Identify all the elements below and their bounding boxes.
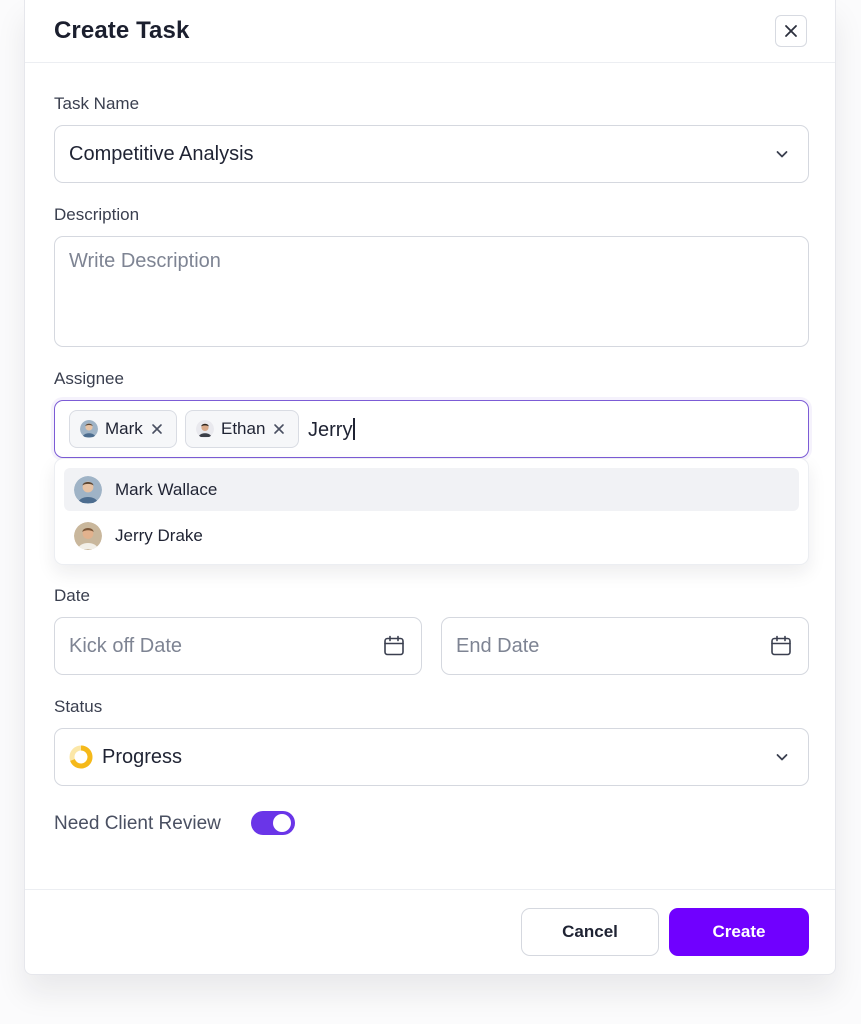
client-review-label: Need Client Review (54, 813, 221, 834)
end-date-placeholder: End Date (456, 635, 540, 657)
close-icon (151, 424, 162, 434)
suggestion-name: Jerry Drake (115, 525, 203, 545)
assignee-typed-text: Jerry (308, 418, 355, 442)
footer-divider (25, 889, 835, 890)
status-label: Status (54, 697, 103, 716)
create-task-dialog: Create Task Task Name Competitive Analys… (24, 0, 836, 975)
task-name-select[interactable]: Competitive Analysis (54, 125, 809, 183)
kick-off-date-placeholder: Kick off Date (69, 635, 183, 657)
description-textarea[interactable]: Write Description (54, 236, 809, 347)
dialog-title: Create Task (54, 17, 190, 44)
task-name-label: Task Name (54, 94, 140, 113)
kick-off-date-input[interactable]: Kick off Date (54, 617, 422, 675)
suggestion-item-mark-wallace[interactable]: Mark Wallace (64, 468, 799, 511)
close-button[interactable] (775, 15, 807, 47)
remove-chip-button[interactable] (151, 423, 163, 435)
toggle-knob (273, 814, 291, 832)
remove-chip-button[interactable] (273, 423, 285, 435)
text-caret (353, 418, 355, 440)
chevron-down-icon (776, 754, 788, 761)
assignee-chip-ethan: Ethan (185, 410, 299, 448)
assignee-suggestions: Mark Wallace Jerry Drake (54, 458, 809, 565)
chevron-down-icon (776, 151, 788, 158)
description-label: Description (54, 205, 140, 224)
avatar (80, 420, 98, 438)
chip-name: Ethan (221, 419, 266, 438)
date-label: Date (54, 586, 90, 605)
close-icon (274, 424, 285, 434)
cancel-button[interactable]: Cancel (521, 908, 659, 956)
assignee-chip-mark: Mark (69, 410, 177, 448)
avatar (196, 420, 214, 438)
calendar-icon (384, 635, 404, 656)
assignee-input[interactable]: Mark Ethan Jerry (54, 400, 809, 458)
task-name-value: Competitive Analysis (69, 143, 254, 165)
suggestion-name: Mark Wallace (115, 479, 218, 499)
description-placeholder: Write Description (69, 250, 221, 272)
close-icon (785, 25, 797, 37)
create-button[interactable]: Create (669, 908, 809, 956)
end-date-input[interactable]: End Date (441, 617, 809, 675)
assignee-label: Assignee (54, 369, 124, 388)
chip-name: Mark (105, 419, 143, 438)
avatar (74, 521, 102, 550)
suggestion-item-jerry-drake[interactable]: Jerry Drake (64, 514, 799, 557)
avatar (74, 475, 102, 504)
calendar-icon (771, 635, 791, 656)
status-select[interactable]: Progress (54, 728, 809, 786)
dialog-header: Create Task (25, 0, 835, 63)
status-value: Progress (102, 746, 183, 768)
client-review-toggle[interactable] (251, 811, 295, 835)
progress-ring-icon (69, 745, 93, 769)
